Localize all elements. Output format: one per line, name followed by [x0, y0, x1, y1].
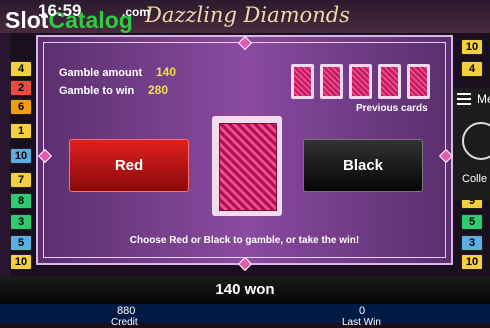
won-amount: 140 won [215, 281, 275, 298]
game-title: Dazzling Diamonds [145, 3, 350, 27]
payline-badge-right: 5 [461, 214, 483, 230]
red-button[interactable]: Red [69, 139, 189, 192]
collect-label: Colle [462, 173, 488, 185]
previous-card [291, 64, 314, 99]
logo-com: .com [122, 5, 151, 19]
gamble-instruction: Choose Red or Black to gamble, or take t… [129, 235, 360, 246]
payline-badge-left: 2 [10, 80, 32, 96]
menu-button[interactable]: Me [453, 88, 490, 110]
payline-badge-right: 3 [461, 235, 483, 251]
previous-card [378, 64, 401, 99]
menu-label: Me [477, 92, 490, 106]
payline-badge-left: 5 [10, 235, 32, 251]
previous-card [407, 64, 430, 99]
hamburger-icon [457, 93, 471, 105]
payline-badge-left: 10 [10, 254, 32, 270]
payline-badge-right: 10 [461, 254, 483, 270]
previous-card [349, 64, 372, 99]
left-frame [0, 33, 10, 283]
payline-badge-left: 8 [10, 193, 32, 209]
payline-badge-left: 4 [10, 61, 32, 77]
payline-badge-left: 3 [10, 214, 32, 230]
last-win-value: 0 [359, 305, 366, 317]
credit-value: 880 [117, 305, 136, 317]
bottom-bar [0, 304, 490, 323]
gamble-to-win-label: Gamble to win [59, 85, 135, 97]
gamble-amount-value: 140 [156, 65, 177, 79]
black-button[interactable]: Black [303, 139, 423, 192]
payline-badge-left: 7 [10, 172, 32, 188]
gamble-card [212, 116, 282, 216]
payline-badge-left: 10 [10, 148, 32, 164]
payline-badge-right: 10 [461, 39, 483, 55]
gamble-amount-label: Gamble amount [59, 67, 143, 79]
status-clock: 16:59 [38, 1, 82, 20]
gamble-to-win-value: 280 [148, 83, 169, 97]
previous-cards-label: Previous cards [356, 103, 428, 114]
payline-badge-right: 4 [461, 61, 483, 77]
previous-card [320, 64, 343, 99]
payline-badge-left: 1 [10, 123, 32, 139]
payline-badge-left: 6 [10, 99, 32, 115]
